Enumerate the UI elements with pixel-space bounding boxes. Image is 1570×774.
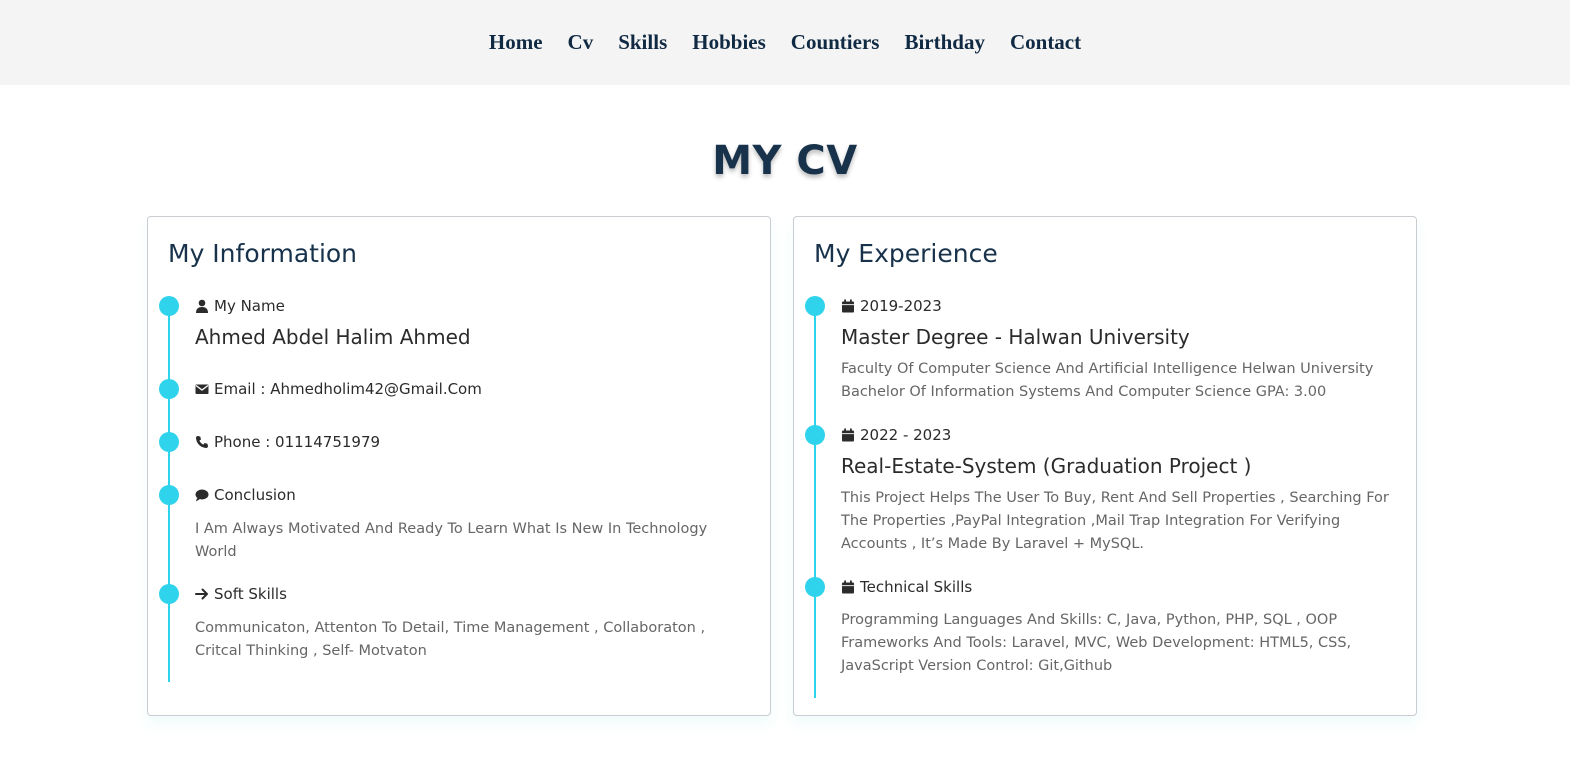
technical-skills-label: Technical Skills	[860, 578, 973, 596]
name-label: My Name	[214, 297, 285, 315]
calendar-icon	[841, 299, 855, 313]
experience-description: This Project Helps The User To Buy, Rent…	[841, 490, 1389, 552]
nav-link-contact[interactable]: Contact	[1010, 30, 1081, 54]
name-value: Ahmed Abdel Halim Ahmed	[195, 325, 471, 349]
experience-date: 2022 - 2023	[860, 426, 952, 444]
nav-link-birthday[interactable]: Birthday	[904, 30, 985, 54]
soft-skills-label-row: Soft Skills	[195, 585, 287, 603]
nav-link-home[interactable]: Home	[489, 30, 543, 54]
soft-skills-label: Soft Skills	[214, 585, 287, 603]
conclusion-text: I Am Always Motivated And Ready To Learn…	[195, 521, 708, 560]
timeline-dot	[805, 577, 825, 597]
phone-row: Phone : 01114751979	[195, 433, 380, 451]
experience-heading: Real-Estate-System (Graduation Project )	[841, 454, 1252, 478]
timeline-dot	[805, 296, 825, 316]
technical-skills-text: Programming Languages And Skills: C, Jav…	[841, 612, 1352, 674]
conclusion-label-row: Conclusion	[195, 486, 296, 504]
timeline-dot	[159, 584, 179, 604]
experience-date: 2019-2023	[860, 297, 942, 315]
timeline-dot	[159, 485, 179, 505]
timeline-dot	[159, 379, 179, 399]
information-card-title: My Information	[168, 239, 358, 268]
email-text: Email : Ahmedholim42@Gmail.Com	[214, 380, 482, 398]
nav-link-skills[interactable]: Skills	[618, 30, 667, 54]
experience-date-row: 2022 - 2023	[841, 426, 951, 444]
nav-list: Home Cv Skills Hobbies Countiers Birthda…	[489, 30, 1081, 55]
top-navbar: Home Cv Skills Hobbies Countiers Birthda…	[0, 0, 1570, 85]
phone-icon	[195, 435, 209, 449]
conclusion-label: Conclusion	[214, 486, 296, 504]
calendar-icon	[841, 428, 855, 442]
page-title: MY CV	[712, 138, 858, 184]
timeline-dot	[159, 296, 179, 316]
name-label-row: My Name	[195, 297, 285, 315]
technical-skills-label-row: Technical Skills	[841, 578, 972, 596]
experience-timeline-line	[814, 305, 816, 698]
timeline-dot	[159, 432, 179, 452]
arrow-right-icon	[195, 587, 209, 601]
information-card: My Information My Name Ahmed Abdel Halim…	[147, 216, 771, 716]
envelope-icon	[195, 382, 209, 396]
email-row: Email : Ahmedholim42@Gmail.Com	[195, 380, 482, 398]
experience-card: My Experience 2019-2023 Master Degree - …	[793, 216, 1417, 716]
timeline-dot	[805, 425, 825, 445]
experience-card-title: My Experience	[814, 239, 998, 268]
soft-skills-text: Communicaton, Attenton To Detail, Time M…	[195, 620, 706, 659]
experience-heading: Master Degree - Halwan University	[841, 325, 1190, 349]
experience-description: Faculty Of Computer Science And Artifici…	[841, 361, 1374, 400]
phone-text: Phone : 01114751979	[214, 433, 381, 451]
experience-date-row: 2019-2023	[841, 297, 942, 315]
user-icon	[195, 299, 209, 313]
nav-link-countiers[interactable]: Countiers	[791, 30, 880, 54]
calendar-icon	[841, 580, 855, 594]
nav-link-hobbies[interactable]: Hobbies	[692, 30, 766, 54]
comment-icon	[195, 488, 209, 502]
nav-link-cv[interactable]: Cv	[568, 30, 594, 54]
